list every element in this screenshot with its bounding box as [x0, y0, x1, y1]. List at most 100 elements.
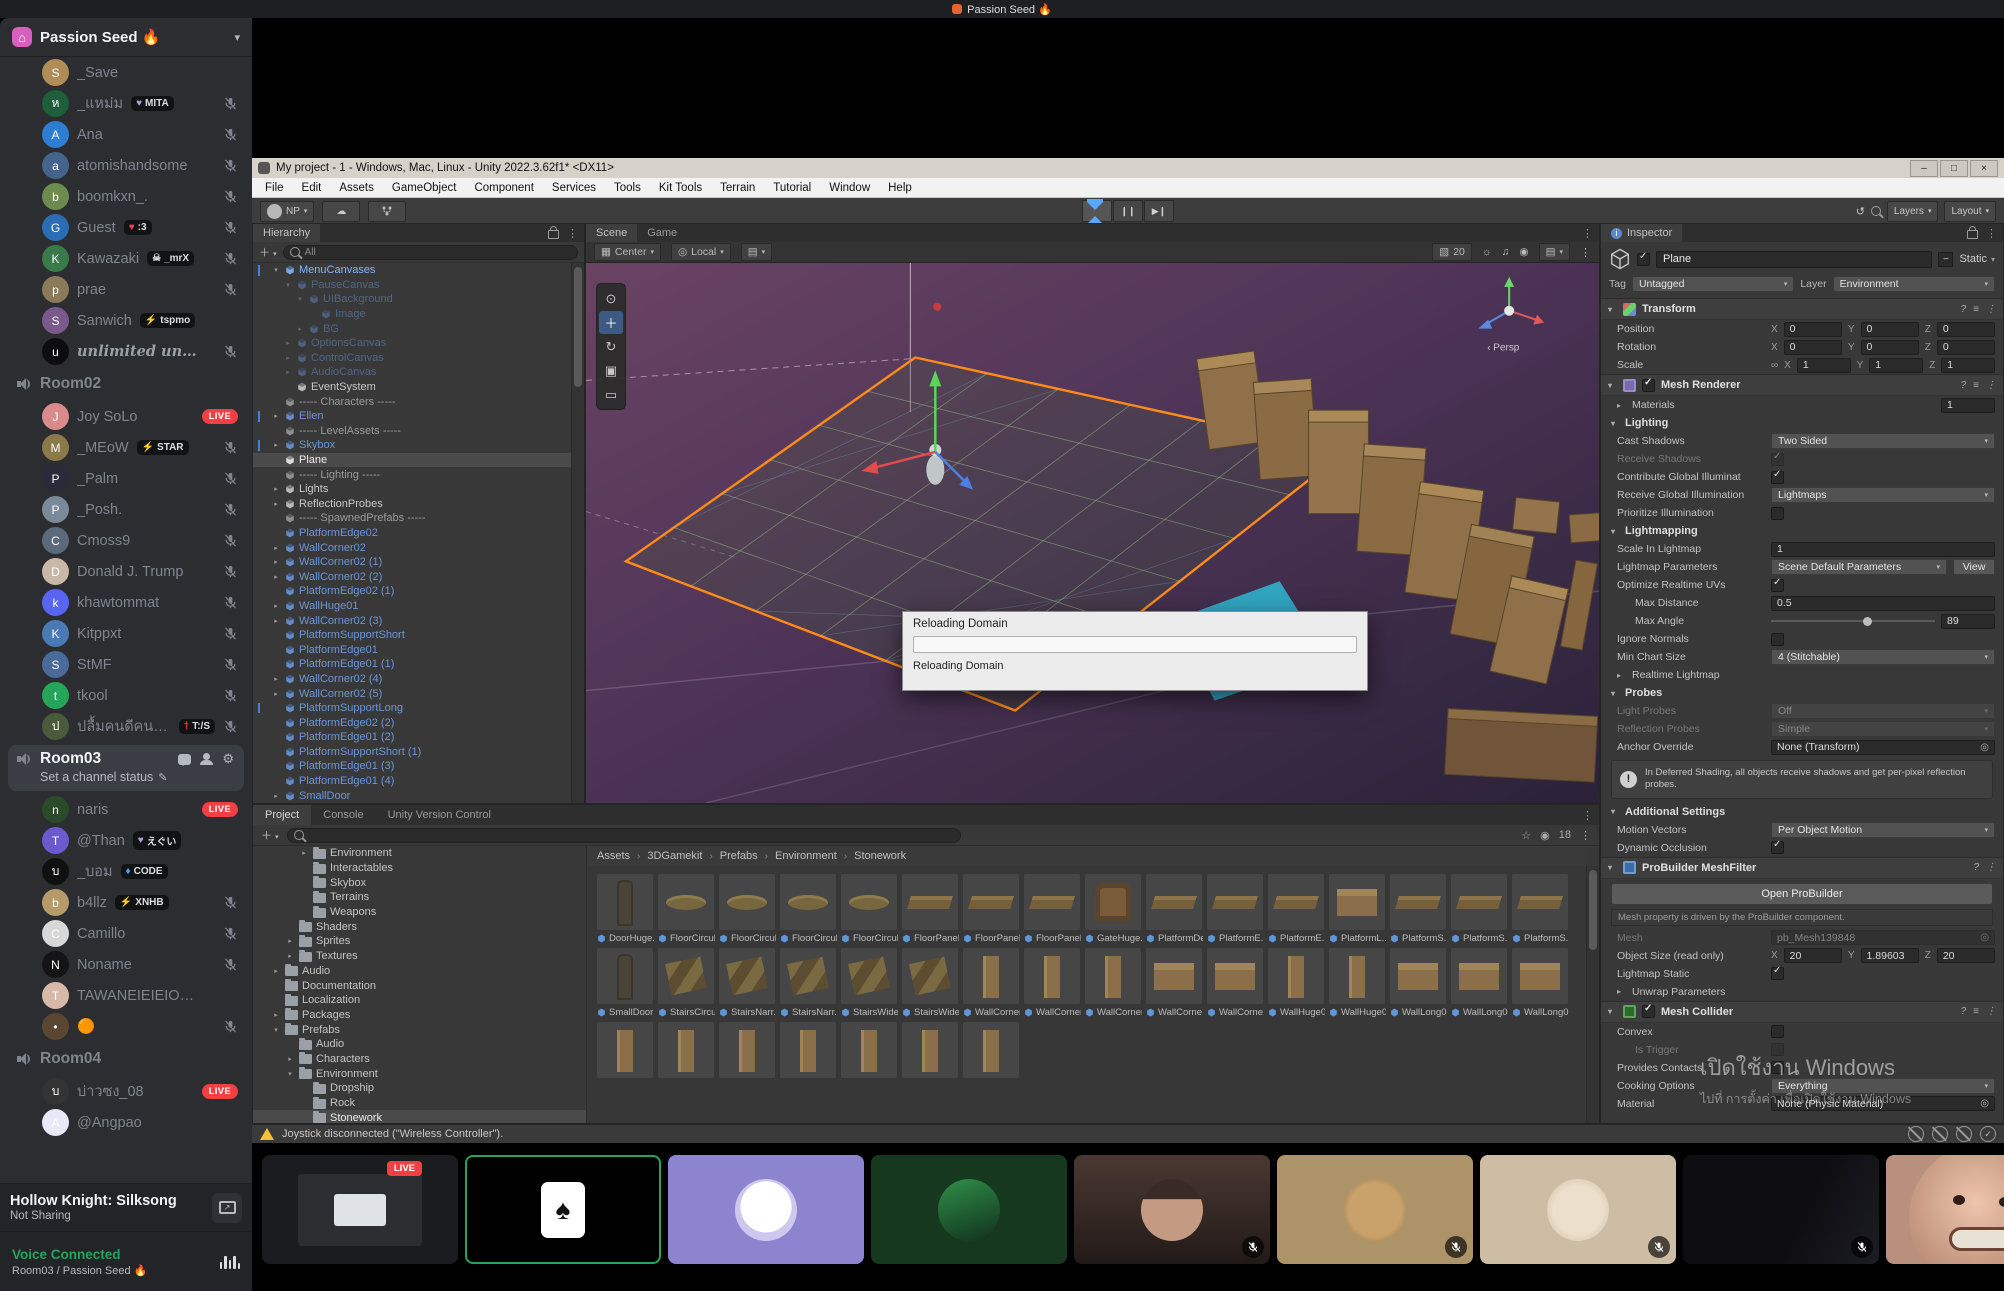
physic-material-field[interactable]: None (Physic Material)◎: [1771, 1096, 1995, 1111]
menu-item[interactable]: GameObject: [383, 182, 466, 194]
folder-item[interactable]: Shaders: [253, 919, 586, 934]
asset-item[interactable]: PlatformL...: [1329, 874, 1386, 944]
voice-member[interactable]: K Kawazaki ☠_mrX: [0, 243, 252, 274]
expand-arrow[interactable]: ▾: [283, 281, 293, 289]
ignore-normals-checkbox[interactable]: [1771, 633, 1784, 646]
tab-hierarchy[interactable]: Hierarchy: [253, 224, 320, 242]
asset-item[interactable]: [902, 1022, 959, 1078]
asset-item[interactable]: [963, 1022, 1020, 1078]
menu-item[interactable]: Services: [543, 182, 605, 194]
hierarchy-item[interactable]: ▸ ReflectionProbes: [253, 497, 572, 512]
asset-item[interactable]: FloorCircul...: [841, 874, 898, 944]
hierarchy-item[interactable]: PlatformEdge01 (3): [253, 759, 572, 774]
tab-scene[interactable]: Scene: [586, 224, 637, 242]
light-probes-dropdown[interactable]: Off▾: [1771, 703, 1995, 719]
voice-member[interactable]: t tkool: [0, 680, 252, 711]
asset-item[interactable]: FloorCircul...: [780, 874, 837, 944]
help-icon[interactable]: ?: [1961, 1006, 1967, 1017]
asset-item[interactable]: WallLong0...: [1451, 948, 1508, 1018]
asset-item[interactable]: PlatformE...: [1268, 874, 1325, 944]
folder-item[interactable]: ▾ Environment: [253, 1066, 586, 1081]
gizmos-dropdown[interactable]: ▤ ▾: [1539, 243, 1570, 261]
expand-arrow[interactable]: ▾: [271, 1026, 281, 1034]
menu-item[interactable]: Edit: [293, 182, 331, 194]
hierarchy-item[interactable]: PlatformSupportLong: [253, 701, 572, 716]
asset-item[interactable]: [780, 1022, 837, 1078]
hierarchy-item[interactable]: ▸ AudioCanvas: [253, 365, 572, 380]
kebab-icon[interactable]: ⋮: [1580, 829, 1591, 842]
object-picker-icon[interactable]: ◎: [1980, 742, 1989, 753]
object-picker-icon[interactable]: ◎: [1980, 932, 1989, 943]
voice-member[interactable]: A @Angpao: [0, 1107, 252, 1138]
hierarchy-item[interactable]: PlatformSupportShort: [253, 628, 572, 643]
account-dropdown[interactable]: NP▾: [260, 201, 314, 222]
layer-dropdown[interactable]: Environment▾: [1833, 276, 1995, 292]
lock-icon[interactable]: [1967, 230, 1978, 239]
motion-vectors-dropdown[interactable]: Per Object Motion▾: [1771, 822, 1995, 838]
static-dropdown[interactable]: Static▾: [1959, 253, 1995, 265]
menu-item[interactable]: File: [256, 182, 293, 194]
participant-tile[interactable]: [1480, 1155, 1676, 1264]
expand-arrow[interactable]: ▸: [285, 952, 295, 960]
presets-icon[interactable]: ≡: [1973, 304, 1979, 315]
hierarchy-scrollbar[interactable]: [571, 263, 584, 803]
tag-dropdown[interactable]: Untagged▾: [1632, 276, 1794, 292]
voice-member[interactable]: C Cmoss9: [0, 525, 252, 556]
kebab-icon[interactable]: ⋮: [1582, 809, 1593, 822]
lightmap-static-checkbox[interactable]: [1771, 967, 1784, 980]
provides-contacts-checkbox[interactable]: [1771, 1061, 1784, 1074]
expand-arrow[interactable]: ▸: [283, 368, 293, 376]
asset-item[interactable]: StairsWide...: [841, 948, 898, 1018]
rotate-tool[interactable]: ↻: [599, 335, 623, 358]
expand-arrow[interactable]: ▸: [299, 849, 309, 857]
voice-member[interactable]: J Joy SoLo LIVE: [0, 401, 252, 432]
kebab-icon[interactable]: ⋮: [1986, 1006, 1996, 1017]
voice-member[interactable]: k khawtommat: [0, 587, 252, 618]
x-field[interactable]: 1: [1797, 358, 1851, 373]
kebab-icon[interactable]: ⋮: [567, 227, 578, 240]
contribute-gi-checkbox[interactable]: [1771, 471, 1784, 484]
tab-game[interactable]: Game: [637, 224, 687, 242]
expand-arrow[interactable]: ▸: [283, 354, 293, 362]
close-button[interactable]: ×: [1970, 160, 1998, 177]
asset-item[interactable]: StairsWide...: [902, 948, 959, 1018]
mesh-collider-header[interactable]: ▾ Mesh Collider ?≡⋮: [1601, 1001, 2003, 1023]
breadcrumb-item[interactable]: Environment: [775, 850, 837, 862]
help-icon[interactable]: ?: [1973, 862, 1979, 873]
hierarchy-item[interactable]: ▸ WallHuge01: [253, 599, 572, 614]
hierarchy-item[interactable]: PlatformEdge01: [253, 642, 572, 657]
add-asset-button[interactable]: ＋ ▾: [261, 827, 279, 843]
folder-item[interactable]: Rock: [253, 1096, 586, 1111]
add-object-button[interactable]: ＋ ▾: [259, 244, 277, 260]
receive-shadows-checkbox[interactable]: [1771, 453, 1784, 466]
y-field[interactable]: 1: [1869, 358, 1923, 373]
voice-member[interactable]: ป ปลื้มคนดีคนเดิม †T:/S: [0, 711, 252, 742]
hierarchy-search-input[interactable]: All: [283, 245, 578, 260]
asset-grid-scrollbar[interactable]: [1586, 866, 1599, 1123]
grid-snap-button[interactable]: ▤ ▾: [741, 243, 772, 261]
folder-item[interactable]: ▾ Prefabs: [253, 1022, 586, 1037]
expand-arrow[interactable]: ▸: [271, 967, 281, 975]
participant-tile[interactable]: LIVE: [262, 1155, 458, 1264]
voice-member[interactable]: b boomkxn_.: [0, 181, 252, 212]
expand-arrow[interactable]: ▸: [271, 1011, 281, 1019]
cooking-options-dropdown[interactable]: Everything▾: [1771, 1078, 1995, 1094]
screen-share-button[interactable]: ↗: [212, 1193, 242, 1223]
status-warning-text[interactable]: Joystick disconnected ("Wireless Control…: [282, 1128, 503, 1140]
hierarchy-item[interactable]: EventSystem: [253, 380, 572, 395]
participant-tile[interactable]: [1886, 1155, 2004, 1264]
settings-icon[interactable]: ⚙: [222, 751, 234, 767]
mesh-renderer-header[interactable]: ▾ Mesh Renderer ?≡⋮: [1601, 374, 2003, 396]
asset-item[interactable]: WallCorner...: [1085, 948, 1142, 1018]
x-field[interactable]: 0: [1784, 340, 1842, 355]
voice-member[interactable]: A Ana: [0, 119, 252, 150]
hierarchy-item[interactable]: ▸ Lights: [253, 482, 572, 497]
folder-item[interactable]: Audio: [253, 1037, 586, 1052]
folder-item[interactable]: ▸ Sprites: [253, 934, 586, 949]
menu-item[interactable]: Kit Tools: [650, 182, 711, 194]
hierarchy-item[interactable]: ▸ Ellen: [253, 409, 572, 424]
breadcrumb-item[interactable]: Prefabs: [720, 850, 758, 862]
layers-dropdown[interactable]: Layers▾: [1887, 201, 1939, 222]
hierarchy-item[interactable]: ▸ WallCorner02 (2): [253, 569, 572, 584]
expand-arrow[interactable]: ▸: [271, 792, 281, 800]
